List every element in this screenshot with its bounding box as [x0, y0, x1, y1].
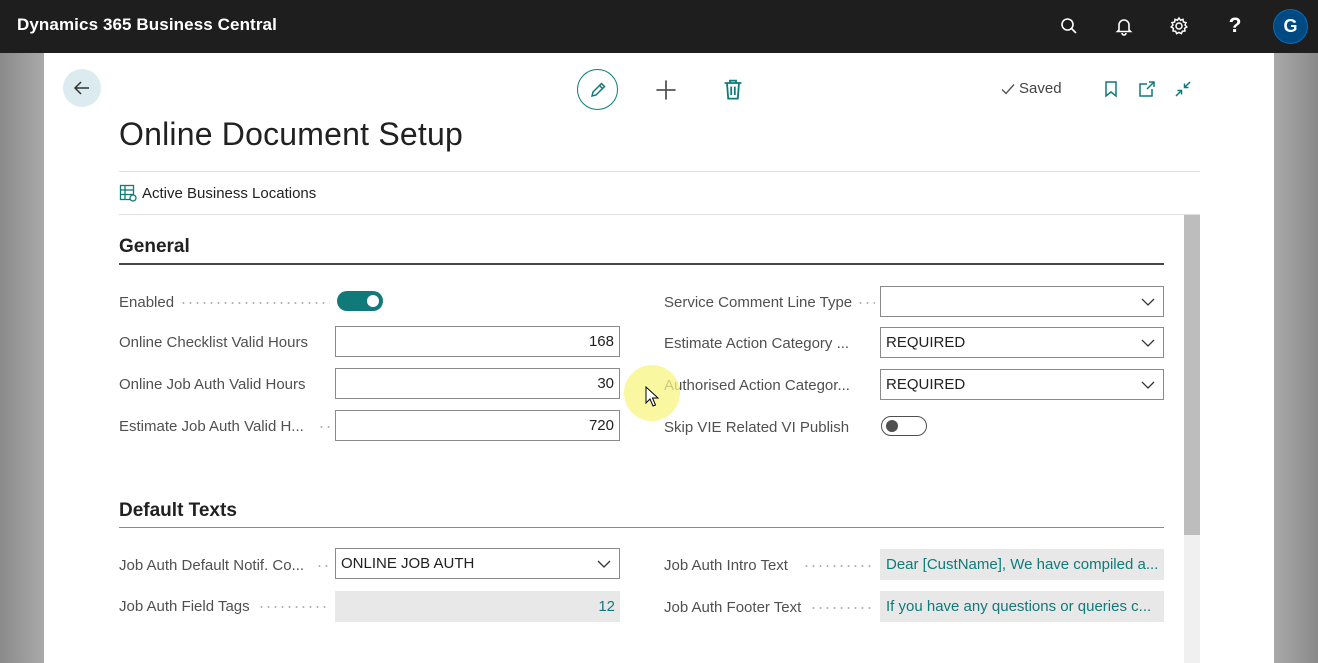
- dot-leader: [258, 606, 330, 608]
- search-icon[interactable]: [1056, 13, 1082, 39]
- page-card: Saved Online Document Setup Active Busin…: [44, 53, 1274, 663]
- enabled-toggle[interactable]: [337, 291, 383, 311]
- checkmark-icon: [1001, 83, 1015, 95]
- dot-leader: [810, 607, 875, 609]
- job-auth-default-notif-code-value: ONLINE JOB AUTH: [341, 555, 475, 572]
- field-label-job-auth-default-notif-code: Job Auth Default Notif. Co...: [119, 557, 305, 574]
- pencil-icon: [590, 81, 606, 97]
- job-auth-field-tags-value[interactable]: 12: [335, 591, 620, 622]
- back-button[interactable]: [63, 69, 101, 107]
- chevron-down-icon: [597, 560, 611, 568]
- bookmark-icon[interactable]: [1100, 78, 1122, 100]
- chevron-down-icon: [1141, 339, 1155, 347]
- job-auth-default-notif-code-select[interactable]: ONLINE JOB AUTH: [335, 548, 620, 579]
- field-label-estimate-job-auth-valid-hours: Estimate Job Auth Valid H...: [119, 418, 304, 435]
- field-label-online-checklist-valid-hours: Online Checklist Valid Hours: [119, 334, 308, 351]
- page-title: Online Document Setup: [119, 116, 463, 152]
- saved-label: Saved: [1019, 80, 1062, 97]
- edit-button[interactable]: [577, 69, 618, 110]
- authorised-action-category-select[interactable]: REQUIRED: [880, 369, 1164, 400]
- chevron-down-icon: [1141, 381, 1155, 389]
- open-new-window-icon[interactable]: [1136, 78, 1158, 100]
- estimate-action-category-value: REQUIRED: [886, 334, 966, 351]
- active-business-locations-label: Active Business Locations: [142, 184, 317, 202]
- backdrop-left: [0, 53, 44, 663]
- service-comment-line-type-select[interactable]: [880, 286, 1164, 317]
- mouse-pointer-icon: [645, 386, 660, 407]
- estimate-action-category-select[interactable]: REQUIRED: [880, 327, 1164, 358]
- help-icon[interactable]: ?: [1222, 13, 1248, 39]
- new-button[interactable]: [654, 78, 678, 102]
- dot-leader: [316, 565, 330, 567]
- collapse-icon[interactable]: [1172, 78, 1194, 100]
- online-checklist-valid-hours-input[interactable]: 168: [335, 326, 620, 357]
- backdrop-right: [1274, 53, 1318, 663]
- top-bar: Dynamics 365 Business Central ? G: [0, 0, 1318, 53]
- dot-leader: [803, 565, 875, 567]
- section-divider-default-texts: [119, 527, 1164, 528]
- section-title-default-texts[interactable]: Default Texts: [119, 500, 237, 522]
- dot-leader: [857, 302, 875, 304]
- field-label-job-auth-footer-text: Job Auth Footer Text: [664, 599, 802, 616]
- authorised-action-category-value: REQUIRED: [886, 376, 966, 393]
- chevron-down-icon: [1141, 298, 1155, 306]
- field-label-job-auth-intro-text: Job Auth Intro Text: [664, 557, 788, 574]
- job-auth-intro-text-value[interactable]: Dear [CustName], We have compiled a...: [880, 549, 1164, 580]
- app-name[interactable]: Dynamics 365 Business Central: [17, 15, 277, 35]
- section-title-general[interactable]: General: [119, 236, 190, 258]
- field-label-estimate-action-category: Estimate Action Category ...: [664, 335, 850, 352]
- grid-table-icon: [119, 184, 137, 202]
- title-divider: [119, 171, 1200, 172]
- trash-icon: [724, 79, 742, 100]
- action-bar-divider: [119, 214, 1200, 215]
- dot-leader: [318, 426, 330, 428]
- skip-vie-related-vi-publish-toggle[interactable]: [881, 416, 927, 436]
- field-label-service-comment-line-type: Service Comment Line Type: [664, 294, 853, 311]
- arrow-left-icon: [73, 81, 89, 95]
- field-label-job-auth-field-tags: Job Auth Field Tags: [119, 598, 250, 615]
- estimate-job-auth-valid-hours-input[interactable]: 720: [335, 410, 620, 441]
- avatar[interactable]: G: [1273, 9, 1308, 44]
- job-auth-footer-text-value[interactable]: If you have any questions or queries c..…: [880, 591, 1164, 622]
- online-job-auth-valid-hours-input[interactable]: 30: [335, 368, 620, 399]
- field-label-authorised-action-category: Authorised Action Categor...: [664, 377, 850, 394]
- saved-status: Saved: [1000, 80, 1062, 97]
- section-divider-general: [119, 263, 1164, 265]
- gear-icon[interactable]: [1166, 13, 1192, 39]
- delete-button[interactable]: [721, 77, 745, 101]
- plus-icon: [656, 80, 676, 100]
- active-business-locations-action[interactable]: Active Business Locations: [119, 184, 316, 202]
- scrollbar-thumb[interactable]: [1184, 215, 1200, 535]
- field-label-enabled: Enabled: [119, 294, 175, 311]
- dot-leader: [180, 302, 330, 304]
- field-label-skip-vie-related-vi-publish: Skip VIE Related VI Publish: [664, 419, 850, 436]
- bell-icon[interactable]: [1111, 13, 1137, 39]
- field-label-online-job-auth-valid-hours: Online Job Auth Valid Hours: [119, 376, 306, 393]
